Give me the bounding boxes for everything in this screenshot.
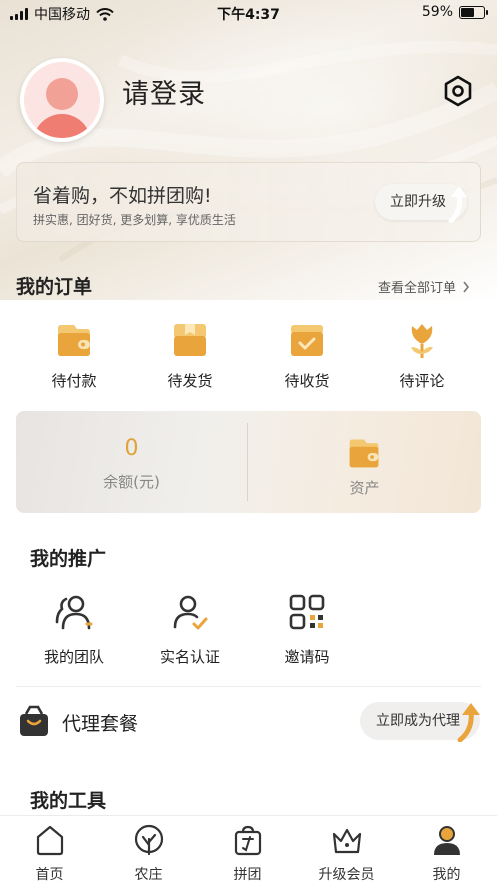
promo-verification[interactable]: 实名认证 xyxy=(140,592,240,667)
tab-home[interactable]: 首页 xyxy=(0,824,99,883)
order-pending-payment[interactable]: 待付款 xyxy=(24,320,124,391)
see-all-label: 查看全部订单 xyxy=(378,281,457,296)
agent-title: 代理套餐 xyxy=(62,713,139,735)
promotion-title: 我的推广 xyxy=(30,548,107,570)
team-icon xyxy=(55,595,93,630)
vip-subtitle: 拼实惠, 团好货, 更多划算, 享优质生活 xyxy=(33,213,236,227)
user-check-icon xyxy=(173,595,208,630)
box-icon xyxy=(174,324,206,356)
see-all-orders-link[interactable]: 查看全部订单 xyxy=(378,277,470,296)
battery-percent: 59% xyxy=(421,4,453,20)
tab-group-buy[interactable]: 拼团 xyxy=(198,824,297,883)
arrow-up-icon xyxy=(457,703,480,742)
promo-label: 实名认证 xyxy=(159,648,220,666)
battery-icon xyxy=(459,5,488,19)
tulip-icon xyxy=(411,324,433,358)
order-pending-receipt[interactable]: 待收货 xyxy=(257,320,357,391)
tab-upgrade-member[interactable]: 升级会员 xyxy=(297,824,396,883)
vip-banner[interactable]: 省着购，不如拼团购! 拼实惠, 团好货, 更多划算, 享优质生活 立即升级 xyxy=(16,162,481,242)
delivery-box-icon xyxy=(291,325,323,356)
order-label: 待收货 xyxy=(284,372,330,390)
order-label: 待付款 xyxy=(51,372,97,390)
tab-farm[interactable]: 农庄 xyxy=(99,824,198,883)
group-buy-icon xyxy=(234,825,261,856)
vip-title: 省着购，不如拼团购! xyxy=(33,185,212,207)
wallet-icon[interactable] xyxy=(346,435,382,471)
login-link[interactable]: 请登录 xyxy=(122,72,206,111)
arrow-up-icon xyxy=(448,186,467,223)
avatar-body xyxy=(33,114,91,138)
promo-label: 邀请码 xyxy=(284,648,330,666)
tab-label: 农庄 xyxy=(134,867,163,883)
crown-icon xyxy=(332,828,361,854)
header-background xyxy=(0,0,497,300)
chevron-right-icon xyxy=(463,281,470,292)
order-label: 待发货 xyxy=(167,372,213,390)
tab-mine[interactable]: 我的 xyxy=(397,824,496,883)
promo-my-team[interactable]: 我的团队 xyxy=(24,592,124,667)
promo-invite-code[interactable]: 邀请码 xyxy=(257,592,357,667)
qr-code-icon xyxy=(289,594,325,630)
avatar-head xyxy=(46,78,78,110)
asset-label[interactable]: 资产 xyxy=(248,477,481,498)
bag-icon xyxy=(20,705,48,736)
tools-title: 我的工具 xyxy=(30,790,107,812)
avatar[interactable] xyxy=(20,58,104,142)
tree-icon xyxy=(134,824,163,856)
settings-icon[interactable] xyxy=(440,73,476,109)
tab-bar: 首页 农庄 拼团 升级会员 我的 xyxy=(0,815,497,883)
orders-title: 我的订单 xyxy=(16,276,93,298)
promo-label: 我的团队 xyxy=(43,648,104,666)
balance-label[interactable]: 余额(元) xyxy=(16,471,247,492)
assets-card: 0 余额(元) 资产 xyxy=(16,411,481,513)
order-label: 待评论 xyxy=(399,372,445,390)
tab-label: 首页 xyxy=(35,867,64,883)
profile-icon xyxy=(433,826,460,855)
status-bar: 中国移动 下午4:37 59% xyxy=(0,0,497,26)
divider xyxy=(16,686,481,687)
tab-label: 升级会员 xyxy=(318,867,375,883)
home-icon xyxy=(36,825,63,856)
wallet-icon xyxy=(58,325,90,356)
tab-label: 我的 xyxy=(432,867,461,883)
balance-value[interactable]: 0 xyxy=(16,436,247,461)
order-pending-shipment[interactable]: 待发货 xyxy=(140,320,240,391)
tab-label: 拼团 xyxy=(233,867,262,883)
order-pending-review[interactable]: 待评论 xyxy=(372,320,472,391)
